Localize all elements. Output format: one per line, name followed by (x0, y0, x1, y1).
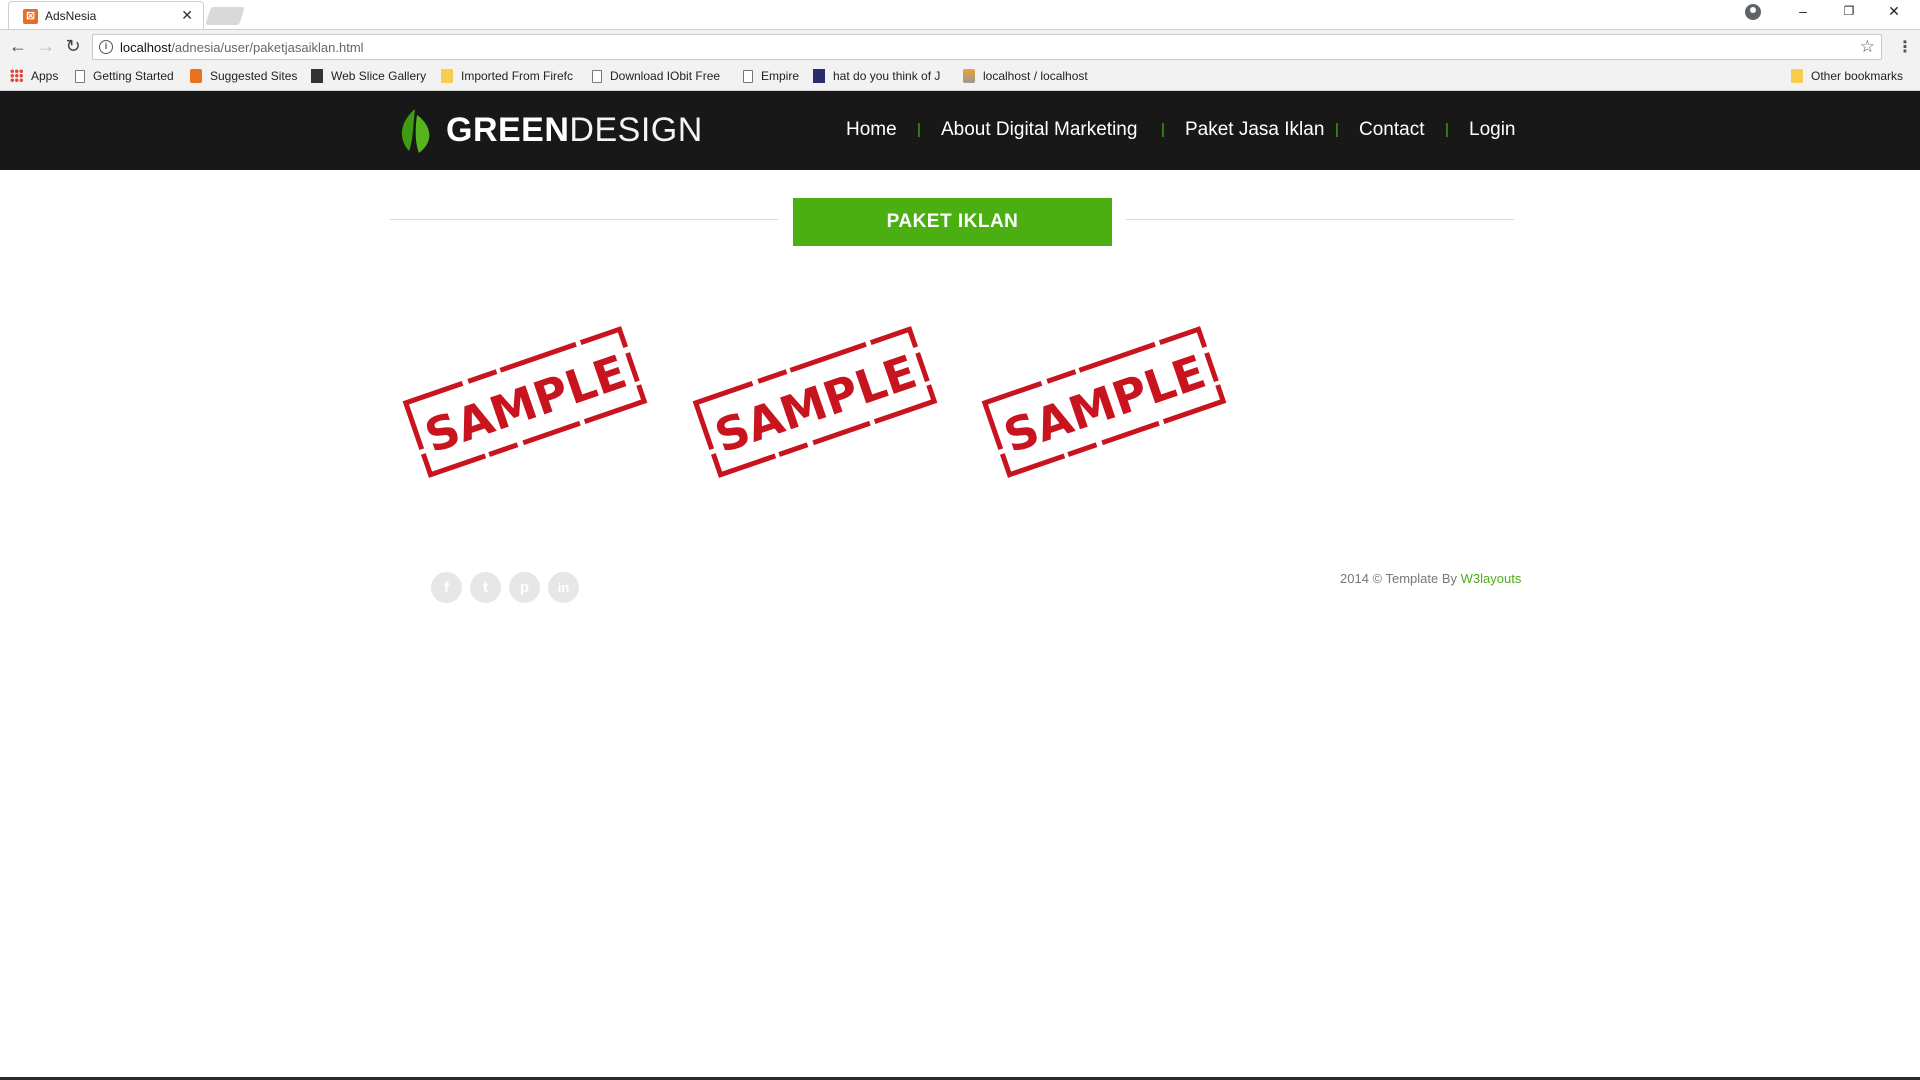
title-rule-left (390, 219, 778, 220)
page-icon (592, 70, 602, 83)
url-path: /adnesia/user/paketjasaiklan.html (171, 40, 364, 55)
sample-stamp-image[interactable]: SAMPLE (979, 322, 1229, 482)
twitter-icon[interactable]: t (470, 572, 501, 603)
apps-icon (10, 69, 23, 82)
bookmark-suggested-sites[interactable]: Suggested Sites (190, 69, 297, 83)
restore-icon[interactable]: ❐ (1839, 4, 1859, 18)
bookmark-getting-started[interactable]: Getting Started (75, 69, 174, 83)
facebook-icon[interactable]: f (431, 572, 462, 603)
browser-tabstrip: ⊠ AdsNesia ✕ – ❐ ✕ (0, 0, 1920, 29)
nav-login[interactable]: Login (1469, 119, 1516, 141)
page-icon (75, 70, 85, 83)
web-slice-icon (311, 69, 323, 83)
bookmark-web-slice-gallery[interactable]: Web Slice Gallery (311, 69, 426, 83)
title-rule-right (1126, 219, 1514, 220)
xampp-favicon-icon: ⊠ (23, 9, 38, 24)
bookmark-what-do-you-think[interactable]: hat do you think of J (813, 69, 940, 83)
pinterest-icon[interactable]: p (509, 572, 540, 603)
minimize-icon[interactable]: – (1793, 3, 1813, 19)
address-bar[interactable]: i localhost/adnesia/user/paketjasaiklan.… (92, 34, 1882, 60)
linkedin-icon[interactable]: in (548, 572, 579, 603)
sample-stamp-image[interactable]: SAMPLE (400, 322, 650, 482)
nav-home[interactable]: Home (846, 119, 897, 141)
nav-separator: | (1445, 121, 1449, 138)
site-icon (813, 69, 825, 83)
nav-separator: | (1161, 121, 1165, 138)
nav-contact[interactable]: Contact (1359, 119, 1424, 141)
info-icon[interactable]: i (99, 40, 113, 54)
section-title: PAKET IKLAN (793, 198, 1112, 246)
browser-tab[interactable]: ⊠ AdsNesia ✕ (8, 1, 204, 29)
bookmark-apps[interactable]: Apps (10, 69, 58, 83)
reload-icon[interactable]: ↻ (63, 36, 83, 56)
phpmyadmin-icon (963, 69, 975, 83)
nav-paket-jasa-iklan[interactable]: Paket Jasa Iklan (1185, 119, 1324, 141)
bookmark-localhost-phpmyadmin[interactable]: localhost / localhost (963, 69, 1088, 83)
suggested-sites-icon (190, 69, 202, 83)
leaf-logo-icon[interactable] (395, 105, 435, 155)
site-logo[interactable]: GREENDESIGN (446, 111, 703, 150)
nav-separator: | (1335, 121, 1339, 138)
bookmark-empire[interactable]: Empire (743, 69, 799, 83)
close-window-icon[interactable]: ✕ (1884, 3, 1904, 20)
sample-stamp-image[interactable]: SAMPLE (690, 322, 940, 482)
url-text: localhost/adnesia/user/paketjasaiklan.ht… (120, 40, 364, 55)
bookmark-download-iobit[interactable]: Download IObit Free (592, 69, 720, 83)
other-bookmarks[interactable]: Other bookmarks (1791, 69, 1903, 83)
forward-arrow-icon[interactable]: → (36, 36, 56, 56)
page-icon (743, 70, 753, 83)
tab-close-icon[interactable]: ✕ (181, 7, 193, 24)
w3layouts-link[interactable]: W3layouts (1461, 571, 1522, 586)
copyright-text: 2014 © Template By W3layouts (1340, 571, 1522, 586)
bookmarks-bar: Apps Getting Started Suggested Sites Web… (0, 63, 1920, 91)
bookmark-star-icon[interactable]: ☆ (1860, 37, 1875, 57)
browser-menu-icon[interactable]: ⋮ (1897, 37, 1913, 57)
folder-icon (441, 69, 453, 83)
url-host: localhost (120, 40, 172, 55)
site-header: GREENDESIGN Home | About Digital Marketi… (0, 91, 1920, 170)
profile-icon[interactable] (1745, 4, 1761, 20)
folder-icon (1791, 69, 1803, 83)
browser-toolbar: ← → ↻ i localhost/adnesia/user/paketjasa… (0, 29, 1920, 63)
nav-separator: | (917, 121, 921, 138)
new-tab-button[interactable] (205, 7, 245, 25)
nav-about-digital-marketing[interactable]: About Digital Marketing (941, 119, 1137, 141)
back-arrow-icon[interactable]: ← (8, 36, 28, 56)
tab-title: AdsNesia (45, 9, 97, 23)
bookmark-imported-from-firefox[interactable]: Imported From Firefc (441, 69, 573, 83)
